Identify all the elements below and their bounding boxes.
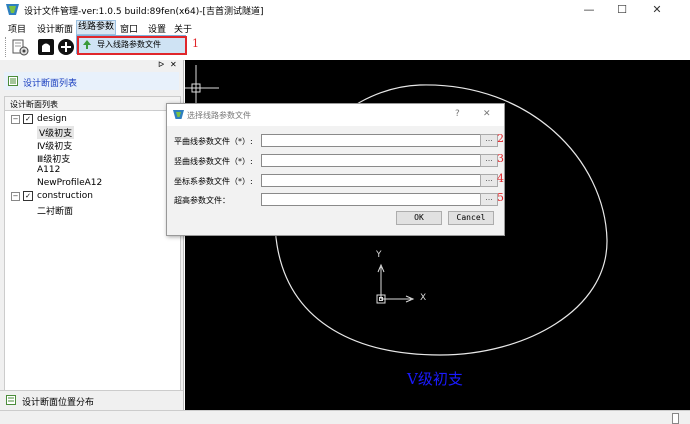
x-axis-label: X — [420, 293, 427, 303]
coordinate-axes — [376, 263, 415, 304]
tree-item-a112[interactable]: A112 — [37, 165, 60, 175]
checkbox-design[interactable]: ✓ — [23, 114, 33, 124]
toolbar-grip[interactable] — [5, 37, 8, 57]
superelevation-label: 超高参数文件： — [174, 196, 230, 205]
coordinate-system-label: 坐标系参数文件（*）: — [174, 177, 253, 186]
annotation-number-1: 1 — [192, 37, 199, 50]
coordinate-system-input[interactable] — [261, 174, 481, 187]
list-icon — [8, 76, 18, 86]
vertical-curve-input[interactable] — [261, 154, 481, 167]
superelevation-input[interactable] — [261, 193, 481, 206]
menu-bar: 项目 设计断面 线路参数 窗口 设置 关于 — [0, 20, 690, 35]
minimize-button[interactable]: — — [572, 0, 606, 20]
menu-route-params[interactable]: 线路参数 — [76, 20, 117, 35]
annotation-number-5: 5 — [497, 191, 504, 204]
gear-document-icon[interactable] — [11, 38, 29, 56]
tree-item-grade5[interactable]: Ⅴ级初支 — [37, 126, 75, 139]
horizontal-curve-browse-button[interactable]: ... — [480, 134, 498, 147]
section-list-tab[interactable]: 设计断面列表 — [4, 72, 179, 90]
horizontal-curve-input[interactable] — [261, 134, 481, 147]
cancel-button[interactable]: Cancel — [448, 211, 494, 225]
dialog-help-button[interactable]: ? — [455, 109, 460, 119]
section-tree: 设计断面列表 − ✓ design Ⅴ级初支 Ⅳ级初支 Ⅲ级初支 A112 Ne… — [4, 96, 181, 391]
tree-item-lining[interactable]: 二衬断面 — [37, 204, 73, 217]
section-position-tab[interactable]: 设计断面位置分布 — [0, 390, 183, 409]
annotation-number-2: 2 — [497, 132, 504, 145]
tree-header-label: 设计断面列表 — [10, 100, 58, 109]
distribution-icon — [6, 395, 16, 405]
status-indicator — [672, 413, 679, 424]
menu-project[interactable]: 项目 — [7, 22, 27, 35]
annotation-box-1 — [77, 36, 187, 55]
title-bar: 设计文件管理-ver:1.0.5 build:89fen(x64)-[吉首测试隧… — [0, 0, 690, 20]
section-name-label: Ⅴ级初支 — [407, 370, 463, 388]
menu-settings[interactable]: 设置 — [147, 22, 167, 35]
y-axis-label: Y — [376, 250, 382, 260]
dialog-title: 选择线路参数文件 — [187, 111, 251, 120]
panel-header: ᐅ ✕ — [0, 60, 183, 70]
panel-close-icon[interactable]: ✕ — [170, 60, 177, 69]
tree-item-grade3[interactable]: Ⅲ级初支 — [37, 152, 70, 165]
checkbox-construction[interactable]: ✓ — [23, 191, 33, 201]
tree-item-design[interactable]: design — [37, 114, 67, 124]
annotation-number-4: 4 — [497, 172, 504, 185]
menu-design-section[interactable]: 设计断面 — [36, 22, 74, 35]
coordinate-system-browse-button[interactable]: ... — [480, 174, 498, 187]
select-route-file-dialog: 选择线路参数文件 ? ✕ 平曲线参数文件（*）: ... 2 竖曲线参数文件（*… — [166, 103, 505, 236]
add-circle-icon[interactable] — [57, 38, 75, 56]
section-position-label: 设计断面位置分布 — [22, 398, 95, 408]
tree-item-construction[interactable]: construction — [37, 191, 93, 201]
menu-about[interactable]: 关于 — [173, 22, 193, 35]
window-title: 设计文件管理-ver:1.0.5 build:89fen(x64)-[吉首测试隧… — [24, 7, 264, 17]
annotation-number-3: 3 — [497, 152, 504, 165]
left-panel: ᐅ ✕ 设计断面列表 设计断面列表 − ✓ design Ⅴ级初支 Ⅳ级初支 Ⅲ… — [0, 60, 184, 410]
expand-toggle-design[interactable]: − — [11, 115, 20, 124]
maximize-button[interactable]: ☐ — [605, 0, 639, 20]
menu-window[interactable]: 窗口 — [119, 22, 139, 35]
dialog-app-icon — [173, 110, 184, 119]
superelevation-browse-button[interactable]: ... — [480, 193, 498, 206]
horizontal-curve-label: 平曲线参数文件（*）: — [174, 137, 253, 146]
vertical-curve-label: 竖曲线参数文件（*）: — [174, 157, 253, 166]
tree-header: 设计断面列表 — [5, 97, 180, 111]
tree-item-newprofile[interactable]: NewProfileA12 — [37, 178, 102, 188]
close-button[interactable]: ✕ — [640, 0, 674, 20]
status-bar — [0, 410, 690, 424]
vertical-curve-browse-button[interactable]: ... — [480, 154, 498, 167]
dialog-title-bar: 选择线路参数文件 ? ✕ — [167, 104, 504, 126]
tunnel-profile-icon[interactable] — [37, 38, 55, 56]
app-icon — [6, 4, 19, 15]
section-list-tab-label: 设计断面列表 — [23, 79, 78, 89]
pin-icon[interactable]: ᐅ — [158, 60, 164, 69]
dialog-close-button[interactable]: ✕ — [483, 109, 491, 119]
ok-button[interactable]: OK — [396, 211, 442, 225]
expand-toggle-construction[interactable]: − — [11, 192, 20, 201]
tree-item-grade4[interactable]: Ⅳ级初支 — [37, 139, 72, 152]
